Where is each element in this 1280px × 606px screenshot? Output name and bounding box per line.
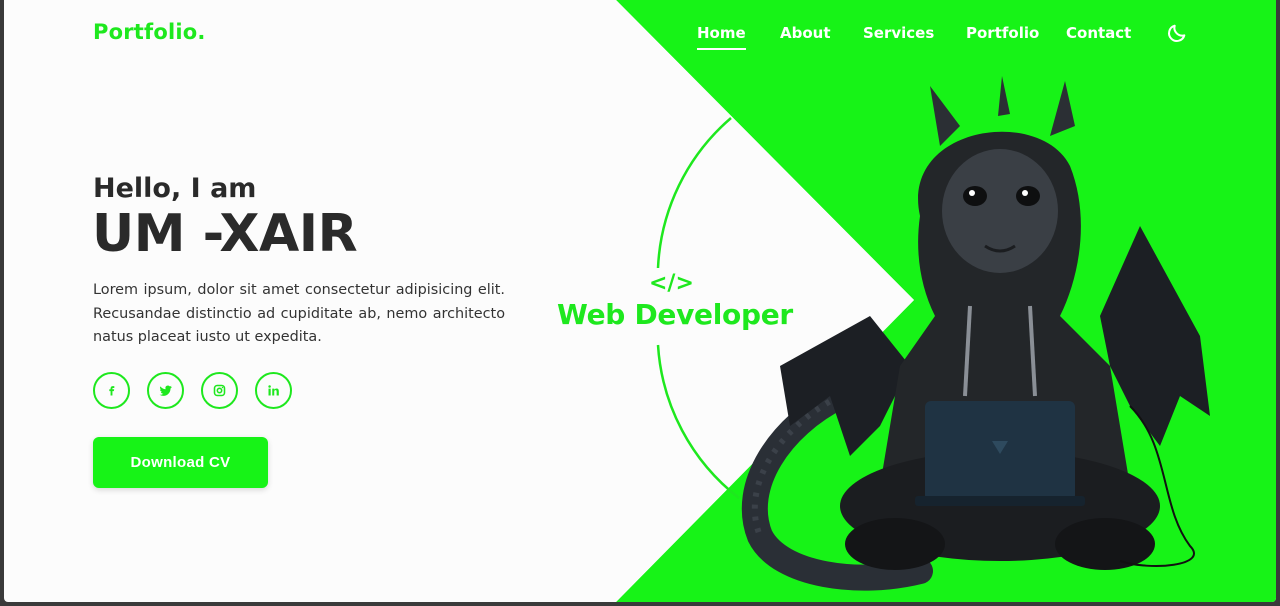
nav-services[interactable]: Services [863, 24, 934, 42]
facebook-icon[interactable] [93, 372, 130, 409]
nav-portfolio[interactable]: Portfolio [966, 24, 1039, 42]
nav-about[interactable]: About [780, 24, 831, 42]
code-icon: </> [649, 271, 694, 296]
download-cv-button[interactable]: Download CV [93, 437, 268, 488]
main-nav: Home About Services Portfolio Contact [4, 22, 1276, 52]
linkedin-icon[interactable] [255, 372, 292, 409]
moon-icon[interactable] [1166, 22, 1188, 44]
hero-description: Lorem ipsum, dolor sit amet consectetur … [93, 282, 505, 345]
twitter-icon[interactable] [147, 372, 184, 409]
nav-home[interactable]: Home [697, 24, 746, 50]
page-frame: Portfolio. Home About Services Portfolio… [4, 0, 1276, 602]
dragon-mascot-illustration [741, 76, 1210, 591]
nav-contact[interactable]: Contact [1066, 24, 1131, 42]
instagram-icon[interactable] [201, 372, 238, 409]
hero-name: UM -XAIR [92, 204, 358, 264]
hero-greeting: Hello, I am [93, 173, 257, 204]
